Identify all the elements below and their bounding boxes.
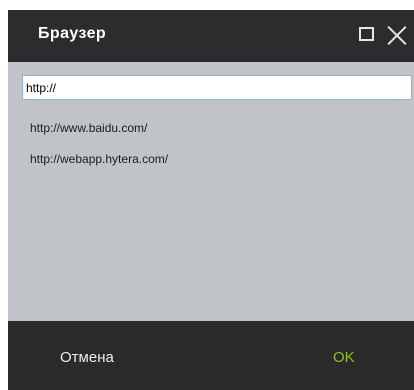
maximize-icon[interactable] (359, 27, 374, 41)
cancel-button[interactable]: Отмена (60, 349, 114, 366)
title-bar: Браузер (8, 10, 414, 62)
url-input[interactable] (22, 75, 412, 100)
url-history-list: http://www.baidu.com/ http://webapp.hyte… (30, 121, 168, 183)
ok-button[interactable]: OK (333, 349, 355, 366)
browser-dialog: Браузер http://www.baidu.com/ http://web… (8, 10, 414, 390)
close-icon[interactable] (386, 25, 408, 45)
dialog-footer: Отмена OK (8, 321, 414, 390)
dialog-title: Браузер (38, 25, 107, 42)
history-item-hytera[interactable]: http://webapp.hytera.com/ (30, 152, 168, 183)
history-item-baidu[interactable]: http://www.baidu.com/ (30, 121, 168, 152)
